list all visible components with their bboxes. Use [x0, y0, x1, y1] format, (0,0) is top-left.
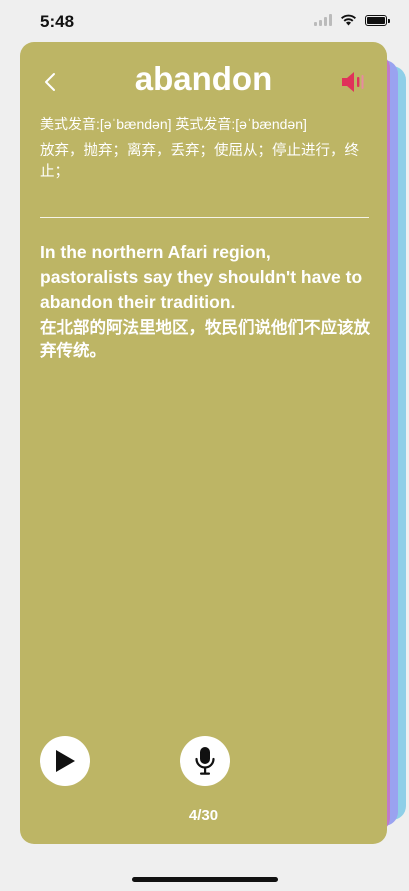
- speaker-icon: [342, 72, 364, 92]
- cellular-signal-icon: [314, 14, 332, 26]
- microphone-button[interactable]: [180, 736, 230, 786]
- example-sentence-english: In the northern Afari region, pastoralis…: [40, 242, 363, 312]
- word-title: abandon: [134, 60, 273, 97]
- play-button[interactable]: [40, 736, 90, 786]
- phonetics-text: 美式发音:[əˈbændən] 英式发音:[əˈbændən]: [40, 116, 307, 132]
- status-time: 5:48: [40, 12, 75, 31]
- definition-text: 放弃，抛弃；离弃，丢弃；使屈从；停止进行，终止；: [40, 143, 359, 180]
- word-card-screen: 5:48 abandon 美式发音:[əˈbændən] 英式发音:[əˈbæn…: [0, 0, 409, 891]
- divider: [40, 217, 369, 218]
- home-indicator[interactable]: [132, 877, 278, 882]
- microphone-icon: [195, 747, 215, 775]
- chevron-left-icon: [45, 73, 55, 91]
- status-icons: [314, 14, 390, 26]
- wifi-icon: [341, 14, 356, 26]
- status-bar: 5:48: [0, 0, 409, 44]
- speaker-button[interactable]: [339, 68, 367, 96]
- example-sentence-chinese: 在北部的阿法里地区，牧民们说他们不应该放弃传统。: [40, 319, 370, 360]
- battery-icon: [365, 14, 390, 26]
- back-button[interactable]: [38, 68, 62, 96]
- word-card[interactable]: abandon 美式发音:[əˈbændən] 英式发音:[əˈbændən] …: [20, 42, 387, 844]
- progress-counter: 4/30: [188, 807, 219, 824]
- play-icon: [56, 750, 75, 772]
